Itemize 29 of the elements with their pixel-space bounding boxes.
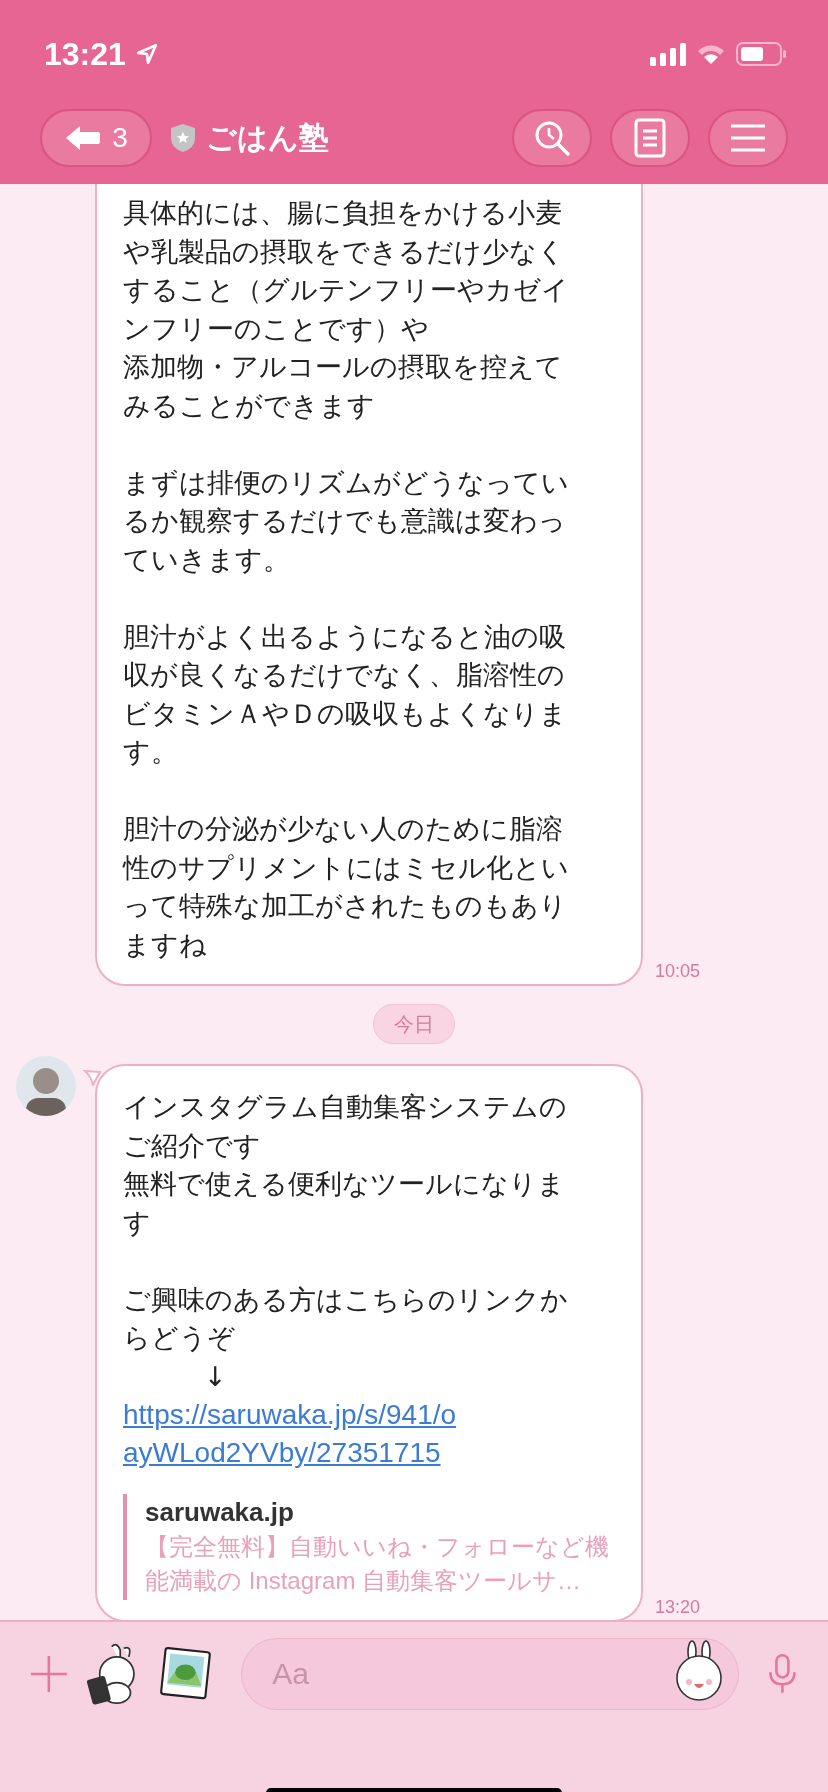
preview-description: 【完全無料】自動いいね・フォローなど機能満載の Instagram 自動集客ツールサ… <box>145 1532 610 1596</box>
message-text: 具体的には、腸に負担をかける小麦や乳製品の摂取をできるだけ少なくすること（グルテンフリーやカゼインフリーのことです）や <box>123 196 569 346</box>
preview-site: saruwaka.jp <box>145 1496 295 1529</box>
message-text: 無料で使える便利なツールになります <box>123 1167 566 1240</box>
message-time: 10:05 <box>655 961 701 982</box>
chat-title: ごはん塾 <box>206 118 329 157</box>
message-text: ご興味のある方はこちらのリンクからどうぞ <box>123 1282 569 1355</box>
message-link[interactable]: https://saruwaka.jp/s/941/oayWLod2YVby/27351715 <box>123 1396 463 1472</box>
back-button[interactable]: 3 <box>40 109 152 167</box>
signal-icon <box>650 42 686 66</box>
bubble-tail <box>83 1070 101 1086</box>
notes-icon <box>634 118 666 158</box>
battery-icon <box>736 42 788 66</box>
message-text: まずは排便のリズムがどうなっているか観察するだけでも意識は変わっていきます。 <box>123 465 569 577</box>
location-arrow-icon <box>135 43 158 65</box>
menu-icon <box>730 123 766 153</box>
message-text: インスタグラム自動集客システムのご紹介です <box>123 1090 568 1163</box>
status-time: 13:21 <box>44 35 126 73</box>
date-divider: 今日 <box>373 1004 455 1044</box>
message-time: 13:20 <box>655 1597 701 1618</box>
message-text: 胆汁がよく出るようになると油の吸収が良くなるだけでなく、脂溶性のビタミンＡやＤの吸収もよくなります。 <box>123 619 568 769</box>
link-preview[interactable]: saruwaka.jp 【完全無料】自動いいね・フォローなど機能満載の Instagram 自動集客ツールサ… <box>123 1494 623 1600</box>
emoji-icon[interactable] <box>675 1640 724 1702</box>
message-text: 添加物・アルコールの摂取を控えてみることができます <box>123 350 564 423</box>
back-arrow-icon <box>64 124 103 152</box>
message-text: 胆汁の分泌が少ない人のために脂溶性のサプリメントにはミセル化といって特殊な加工がされたものもありますね <box>123 812 569 962</box>
message-text: ↓ <box>203 1359 228 1394</box>
wifi-icon <box>696 43 726 65</box>
shield-star-icon <box>170 123 196 153</box>
